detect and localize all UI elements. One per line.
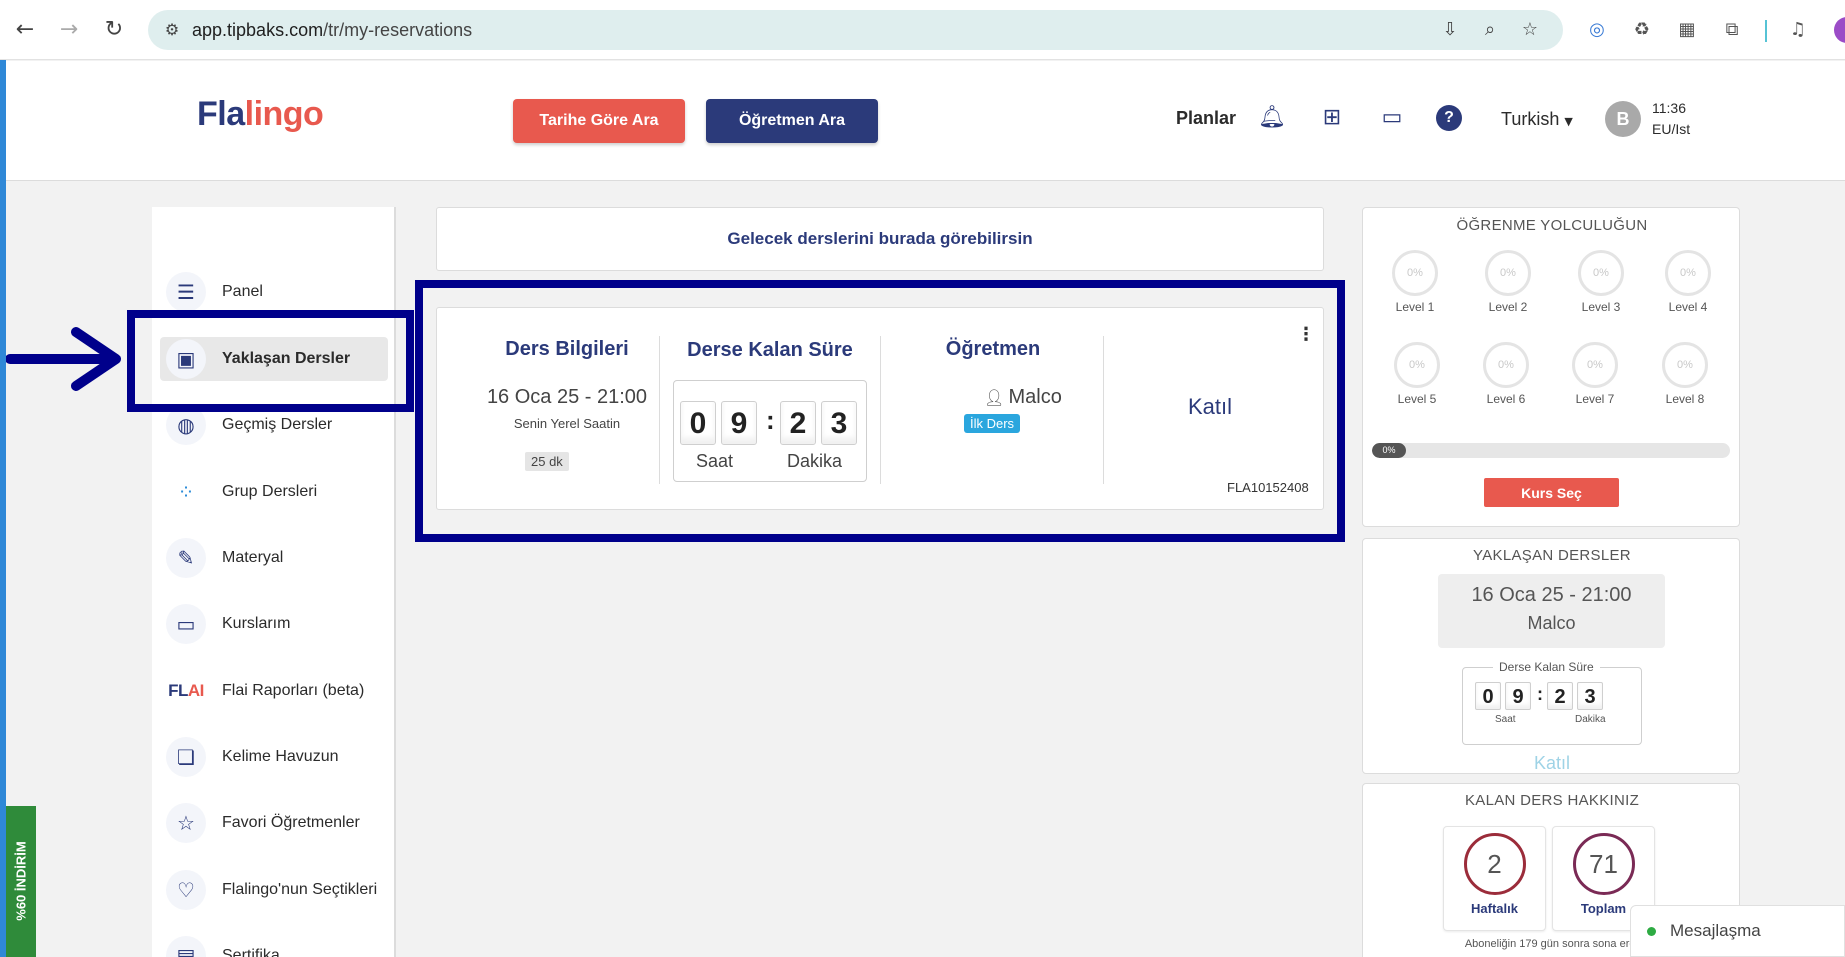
upcoming-lessons-title: YAKLAŞAN DERSLER xyxy=(1473,547,1631,564)
group-lessons-icon: ⁘ xyxy=(177,480,195,504)
weekly-credits-label: Haftalık xyxy=(1471,901,1518,916)
upcoming-join-link[interactable]: Katıl xyxy=(1363,753,1741,774)
countdown-digit: 2 xyxy=(1547,682,1573,710)
weekly-credits-card: 2 Haftalık xyxy=(1443,826,1546,931)
level-badge[interactable]: 0% Level 2 xyxy=(1473,250,1543,314)
zoom-icon[interactable]: ⌕ xyxy=(1478,18,1502,42)
gift-icon[interactable]: ⊞ xyxy=(1317,103,1347,133)
clock-timezone: EU/Ist xyxy=(1652,121,1691,137)
flai-logo-icon: FL AI xyxy=(168,681,204,700)
hours-label: Saat xyxy=(1495,714,1516,725)
browser-profile-avatar[interactable] xyxy=(1834,17,1845,43)
flalingo-logo[interactable]: Flalingo xyxy=(197,95,324,134)
caret-down-icon: ▼ xyxy=(1564,115,1573,128)
qr-code-icon[interactable]: ▦ xyxy=(1675,18,1699,42)
level-badge[interactable]: 0% Level 3 xyxy=(1566,250,1636,314)
learning-journey-panel: ÖĞRENME YOLCULUĞUN 0% Level 1 0% Level 2 0… xyxy=(1362,207,1740,527)
clock-time: 11:36 xyxy=(1652,100,1686,116)
countdown-digit: 0 xyxy=(1475,682,1501,710)
bell-icon[interactable]: 🔔︎ xyxy=(1257,103,1287,133)
countdown-digit: 9 xyxy=(1505,682,1531,710)
messaging-widget[interactable]: Mesajlaşma xyxy=(1630,905,1845,957)
site-header: Flalingo Tarihe Göre Ara Öğretmen Ara Pl… xyxy=(6,61,1845,181)
chat-icon[interactable]: ▭ xyxy=(1377,103,1407,133)
countdown-separator: : xyxy=(1537,684,1543,704)
toolbar-divider xyxy=(1765,20,1767,42)
discount-tab[interactable]: %60 İNDİRİM xyxy=(6,806,36,957)
site-settings-icon[interactable]: ⚙ xyxy=(162,20,182,40)
extensions-puzzle-icon[interactable]: ⧉ xyxy=(1720,18,1744,42)
journey-progress-text: 0% xyxy=(1382,445,1396,455)
sidebar-item-my-courses[interactable]: ▭ Kurslarım xyxy=(160,602,388,646)
help-icon[interactable]: ? xyxy=(1436,105,1462,131)
annotation-highlight-sidebar xyxy=(127,310,414,412)
sidebar-item-favorite-teachers[interactable]: ☆ Favori Öğretmenler xyxy=(160,801,388,845)
sidebar-item-word-pool[interactable]: ❏ Kelime Havuzun xyxy=(160,735,388,779)
total-credits-value: 71 xyxy=(1572,833,1635,895)
annotation-arrow-icon xyxy=(6,327,121,391)
online-status-dot xyxy=(1647,926,1656,936)
level-badge[interactable]: 0% Level 6 xyxy=(1471,342,1541,406)
forward-icon[interactable]: → xyxy=(56,16,82,42)
upcoming-info-banner: Gelecek derslerini burada görebilirsin xyxy=(436,207,1324,271)
certificate-icon: ▤ xyxy=(166,936,206,957)
search-teacher-button[interactable]: Öğretmen Ara xyxy=(706,99,878,143)
level-badge[interactable]: 0% Level 5 xyxy=(1382,342,1452,406)
upcoming-teacher: Malco xyxy=(1527,613,1576,633)
browser-toolbar: ← → ↻ ⚙ app.tipbaks.com/tr/my-reservatio… xyxy=(0,0,1845,60)
extension-icon[interactable]: ◎ xyxy=(1585,18,1609,42)
favorite-teachers-icon: ☆ xyxy=(166,803,206,843)
recycle-extension-icon[interactable]: ♻ xyxy=(1630,18,1654,42)
level-badge[interactable]: 0% Level 1 xyxy=(1380,250,1450,314)
panel-icon: ☰ xyxy=(166,272,206,312)
avatar[interactable]: B xyxy=(1605,101,1641,137)
search-by-date-button[interactable]: Tarihe Göre Ara xyxy=(513,99,685,143)
messaging-label: Mesajlaşma xyxy=(1670,921,1761,940)
clock: 11:36 EU/Ist xyxy=(1652,98,1690,140)
url-text[interactable]: app.tipbaks.com/tr/my-reservations xyxy=(192,20,472,41)
flalingo-picks-icon: ♡ xyxy=(166,870,206,910)
bookmark-star-icon[interactable]: ☆ xyxy=(1518,18,1542,42)
reload-icon[interactable]: ↻ xyxy=(101,16,127,42)
upcoming-lesson-summary[interactable]: 16 Oca 25 - 21:00 Malco xyxy=(1438,574,1665,648)
learning-journey-title: ÖĞRENME YOLCULUĞUN xyxy=(1456,217,1648,234)
level-badge[interactable]: 0% Level 8 xyxy=(1650,342,1720,406)
upcoming-date: 16 Oca 25 - 21:00 xyxy=(1471,584,1632,606)
sidebar-item-group-lessons[interactable]: ⁘ Grup Dersleri xyxy=(160,470,388,514)
plans-link[interactable]: Planlar xyxy=(1176,108,1236,129)
address-bar[interactable]: ⚙ app.tipbaks.com/tr/my-reservations ⇩ ⌕… xyxy=(148,10,1563,50)
level-badge[interactable]: 0% Level 4 xyxy=(1653,250,1723,314)
word-pool-icon: ❏ xyxy=(166,737,206,777)
sidebar-item-certificate[interactable]: ▤ Sertifika xyxy=(160,934,388,957)
sidebar-item-panel[interactable]: ☰ Panel xyxy=(160,270,388,314)
sidebar-item-flai-reports[interactable]: FL AI Flai Raporları (beta) xyxy=(160,669,388,713)
media-controls-icon[interactable]: ♫ xyxy=(1786,18,1810,42)
annotation-highlight-reservation xyxy=(415,280,1345,542)
countdown-digit: 3 xyxy=(1577,682,1603,710)
level-badge[interactable]: 0% Level 7 xyxy=(1560,342,1630,406)
choose-course-button[interactable]: Kurs Seç xyxy=(1484,478,1619,507)
upcoming-countdown: 0 9 : 2 3 Saat Dakika xyxy=(1462,667,1642,745)
minutes-label: Dakika xyxy=(1575,714,1606,725)
my-courses-icon: ▭ xyxy=(166,604,206,644)
material-icon: ✎ xyxy=(166,538,206,578)
upcoming-lessons-panel: YAKLAŞAN DERSLER 16 Oca 25 - 21:00 Malco… xyxy=(1362,538,1740,774)
weekly-credits-value: 2 xyxy=(1463,833,1526,895)
upcoming-countdown-title: Derse Kalan Süre xyxy=(1493,660,1600,674)
journey-progress-bar xyxy=(1372,443,1730,458)
language-dropdown[interactable]: Turkish ▼ xyxy=(1501,109,1573,130)
sidebar-item-flalingo-picks[interactable]: ♡ Flalingo'nun Seçtikleri xyxy=(160,868,388,912)
sidebar-item-material[interactable]: ✎ Materyal xyxy=(160,536,388,580)
install-app-icon[interactable]: ⇩ xyxy=(1438,18,1462,42)
back-icon[interactable]: ← xyxy=(12,16,38,42)
remaining-credits-title: KALAN DERS HAKKINIZ xyxy=(1464,792,1640,809)
